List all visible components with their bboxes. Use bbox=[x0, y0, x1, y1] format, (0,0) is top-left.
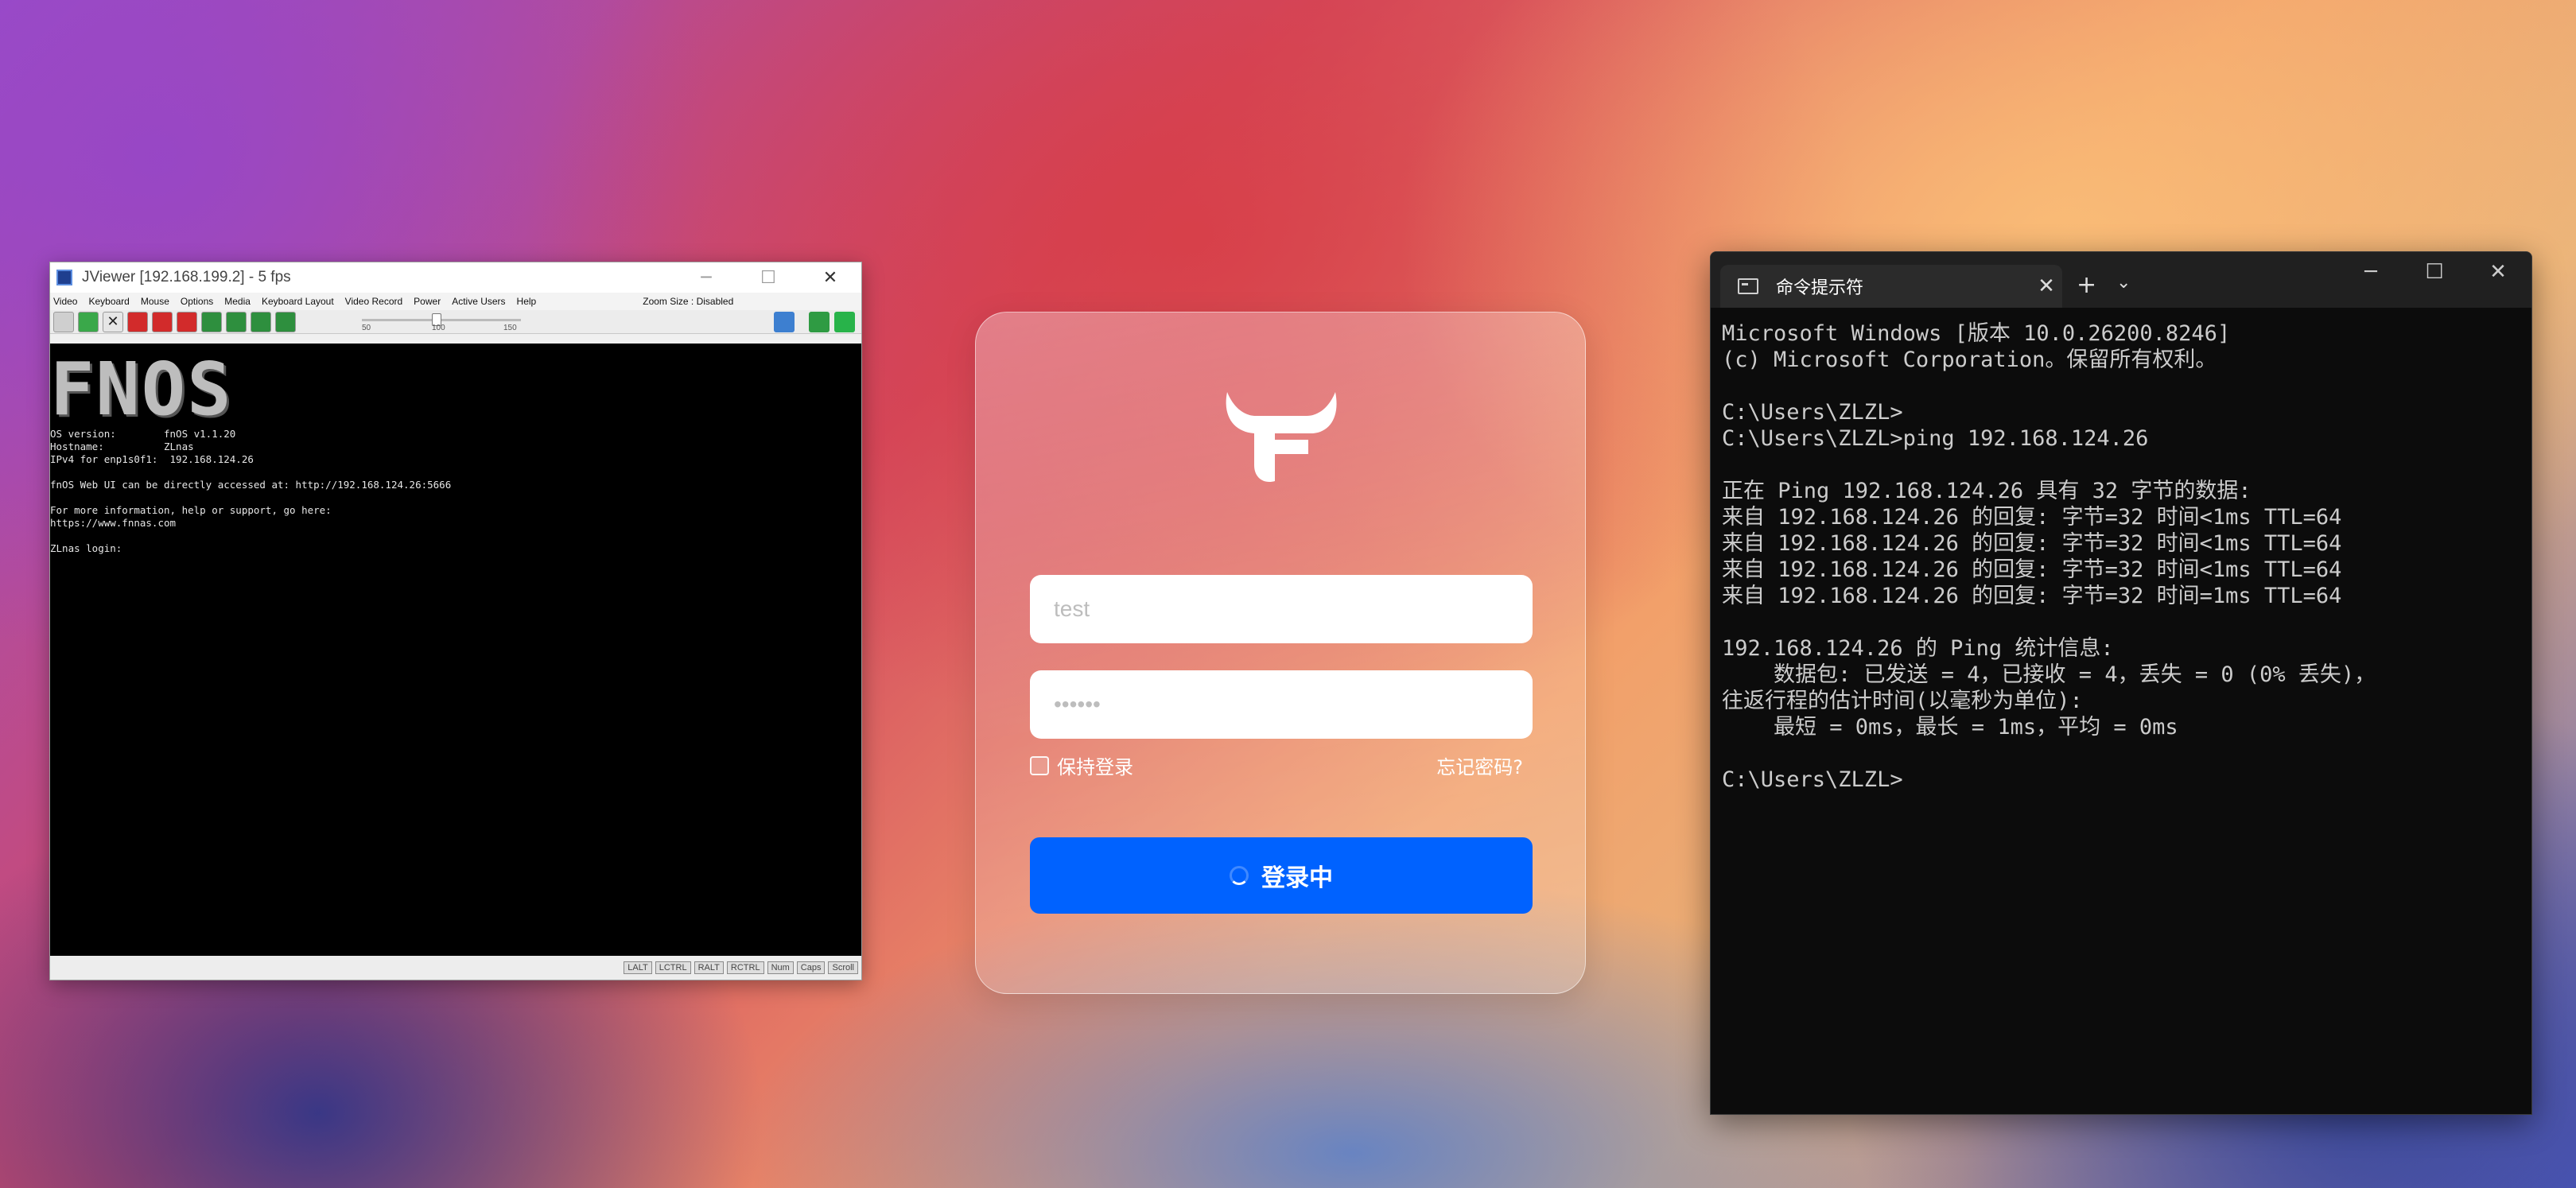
console-line: Hostname: ZLnas bbox=[50, 441, 194, 452]
cmd-titlebar[interactable]: 命令提示符 ✕ + ⌄ ─ ☐ ✕ bbox=[1711, 252, 2531, 308]
menu-options[interactable]: Options bbox=[181, 296, 213, 307]
hotkey-icon[interactable] bbox=[275, 311, 296, 332]
monitor-icon[interactable] bbox=[809, 312, 830, 332]
zoom-size-label: Zoom Size : Disabled bbox=[643, 296, 734, 307]
menu-mouse[interactable]: Mouse bbox=[141, 296, 169, 307]
zoom-slider-track bbox=[362, 319, 521, 321]
menu-keyboard[interactable]: Keyboard bbox=[88, 296, 129, 307]
jviewer-maximize-button[interactable]: ☐ bbox=[737, 268, 799, 288]
fnos-bull-logo-icon bbox=[1219, 384, 1343, 487]
key-lctrl[interactable]: LCTRL bbox=[655, 961, 691, 974]
menu-help[interactable]: Help bbox=[517, 296, 537, 307]
remember-me[interactable]: 保持登录 bbox=[1030, 751, 1133, 779]
console-line: fnOS Web UI can be directly accessed at:… bbox=[50, 479, 452, 491]
pause-icon[interactable] bbox=[78, 311, 99, 332]
console-line: IPv4 for enp1s0f1: 192.168.124.26 bbox=[50, 453, 254, 465]
cmd-close-button[interactable]: ✕ bbox=[2466, 260, 2530, 284]
login-button-label: 登录中 bbox=[1261, 864, 1333, 892]
fullscreen-icon[interactable]: ✕ bbox=[103, 311, 123, 332]
console-line: For more information, help or support, g… bbox=[50, 504, 332, 516]
jviewer-menubar: Video Keyboard Mouse Options Media Keybo… bbox=[50, 293, 861, 310]
cmd-minimize-button[interactable]: ─ bbox=[2339, 260, 2403, 284]
jviewer-toolbar: ✕ 50 100 150 bbox=[50, 310, 861, 334]
zoom-slider[interactable]: 50 100 150 bbox=[362, 313, 521, 332]
console-line: OS version: fnOS v1.1.20 bbox=[50, 428, 236, 440]
remember-label: 保持登录 bbox=[1057, 756, 1133, 778]
new-tab-button[interactable]: + bbox=[2077, 271, 2096, 299]
key-caps[interactable]: Caps bbox=[796, 961, 826, 974]
jviewer-close-button[interactable]: ✕ bbox=[799, 268, 861, 288]
terminal-icon bbox=[1738, 278, 1758, 294]
jviewer-window: JViewer [192.168.199.2] - 5 fps ─ ☐ ✕ Vi… bbox=[49, 262, 862, 980]
login-card: 保持登录 忘记密码? 登录中 bbox=[975, 312, 1586, 994]
menu-keyboard-layout[interactable]: Keyboard Layout bbox=[262, 296, 334, 307]
login-button[interactable]: 登录中 bbox=[1030, 837, 1533, 914]
loading-spinner-icon bbox=[1230, 866, 1249, 885]
forgot-password-link[interactable]: 忘记密码? bbox=[1436, 751, 1523, 779]
cmd-tab[interactable]: 命令提示符 ✕ bbox=[1720, 265, 2062, 308]
tab-dropdown-icon[interactable]: ⌄ bbox=[2116, 273, 2131, 293]
jviewer-titlebar[interactable]: JViewer [192.168.199.2] - 5 fps ─ ☐ ✕ bbox=[50, 262, 861, 293]
stop-record-icon[interactable] bbox=[177, 311, 197, 332]
key-num[interactable]: Num bbox=[767, 961, 794, 974]
menu-active-users[interactable]: Active Users bbox=[452, 296, 505, 307]
jviewer-title: JViewer [192.168.199.2] - 5 fps bbox=[82, 269, 291, 285]
user-icon[interactable] bbox=[774, 312, 795, 332]
key-lalt[interactable]: LALT bbox=[624, 961, 652, 974]
play-icon[interactable] bbox=[53, 311, 74, 332]
cmd-tab-title: 命令提示符 bbox=[1776, 278, 1864, 298]
keyboard-icon[interactable] bbox=[226, 311, 247, 332]
menu-power[interactable]: Power bbox=[414, 296, 441, 307]
save-icon[interactable] bbox=[152, 311, 173, 332]
kvm-screen[interactable]: FNOS OS version: fnOS v1.1.20 Hostname: … bbox=[50, 344, 861, 956]
slider-label-100: 100 bbox=[432, 324, 445, 332]
cmd-maximize-button[interactable]: ☐ bbox=[2403, 260, 2466, 284]
remember-checkbox[interactable] bbox=[1030, 755, 1049, 775]
password-input[interactable] bbox=[1030, 670, 1533, 739]
cmd-window: 命令提示符 ✕ + ⌄ ─ ☐ ✕ Microsoft Windows [版本 … bbox=[1710, 251, 2532, 1115]
key-rctrl[interactable]: RCTRL bbox=[726, 961, 764, 974]
record-icon[interactable] bbox=[127, 311, 148, 332]
media-icon[interactable] bbox=[251, 311, 271, 332]
key-ralt[interactable]: RALT bbox=[694, 961, 724, 974]
key-scroll[interactable]: Scroll bbox=[828, 961, 858, 974]
jviewer-app-icon bbox=[56, 270, 72, 285]
slider-label-50: 50 bbox=[362, 324, 371, 332]
mouse-icon[interactable] bbox=[201, 311, 222, 332]
jviewer-statusbar: LALT LCTRL RALT RCTRL Num Caps Scroll bbox=[50, 956, 861, 980]
terminal-output[interactable]: Microsoft Windows [版本 10.0.26200.8246] (… bbox=[1711, 308, 2531, 793]
tab-close-icon[interactable]: ✕ bbox=[2030, 274, 2062, 298]
console-login-prompt: ZLnas login: bbox=[50, 542, 122, 554]
fnos-ascii-logo: FNOS bbox=[50, 347, 233, 432]
menu-video[interactable]: Video bbox=[53, 296, 77, 307]
username-input[interactable] bbox=[1030, 575, 1533, 643]
console-line: https://www.fnnas.com bbox=[50, 517, 177, 529]
slider-label-150: 150 bbox=[503, 324, 517, 332]
power-icon[interactable] bbox=[834, 312, 855, 332]
jviewer-minimize-button[interactable]: ─ bbox=[675, 268, 737, 288]
menu-video-record[interactable]: Video Record bbox=[345, 296, 403, 307]
menu-media[interactable]: Media bbox=[224, 296, 251, 307]
